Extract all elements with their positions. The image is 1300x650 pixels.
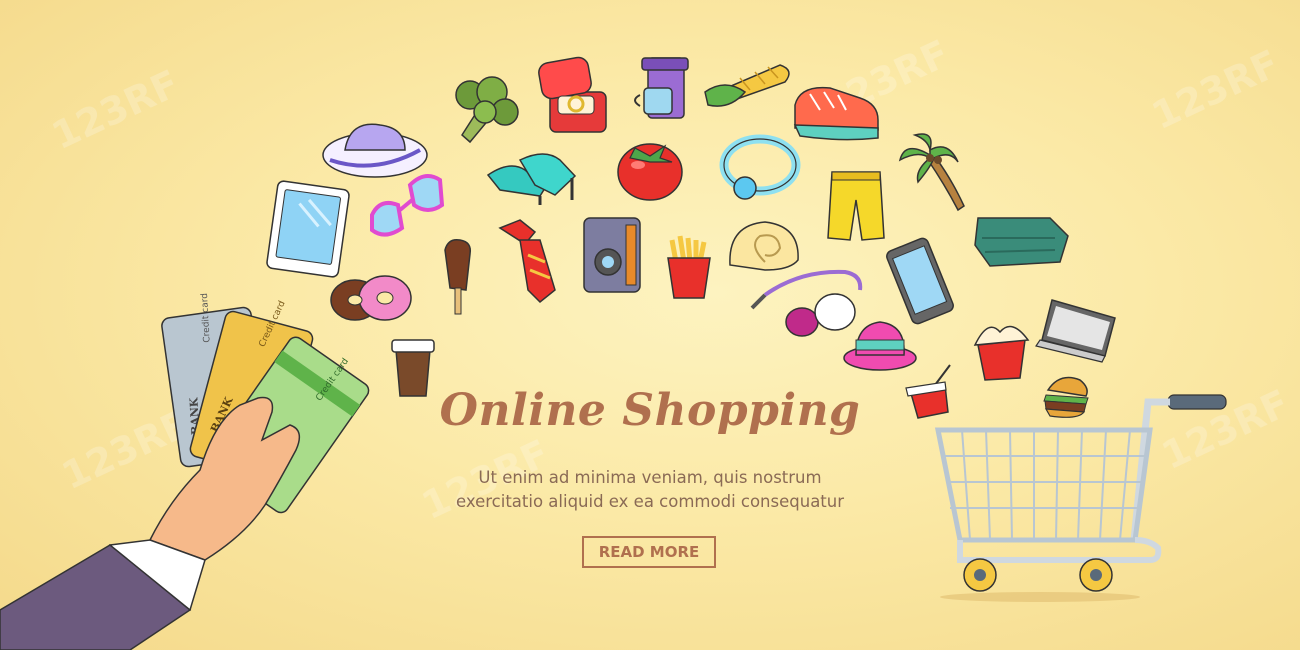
popsicle-icon <box>444 238 472 315</box>
broccoli-icon <box>455 76 519 144</box>
tomato-icon <box>617 143 683 201</box>
banner-description: Ut enim ad minima veniam, quis nostrum e… <box>400 466 900 514</box>
sun-hat-icon <box>322 123 428 178</box>
takeout-box-icon <box>973 325 1030 381</box>
hand-with-cards-icon: Credit card BANK Credit card BANK Credit… <box>0 293 370 650</box>
shorts-icon <box>827 171 885 241</box>
burger-icon <box>1043 376 1089 418</box>
watermark-text-3: 123RF <box>1145 41 1286 138</box>
jacket-icon <box>974 217 1069 267</box>
corn-icon <box>704 64 790 107</box>
french-fries-icon <box>667 235 711 299</box>
laptop-icon <box>1035 299 1116 363</box>
fedora-hat-icon <box>843 321 917 371</box>
read-more-button[interactable]: READ MORE <box>582 536 716 568</box>
coffee-maker-icon <box>634 57 689 119</box>
high-heels-icon <box>486 153 577 205</box>
page-title: Online Shopping <box>439 385 861 436</box>
smartphone-icon <box>886 237 954 325</box>
soda-cup-icon <box>905 364 951 419</box>
donut-icon <box>330 275 412 321</box>
palm-tree-icon <box>898 133 965 212</box>
sunglasses-icon <box>370 174 445 237</box>
description-line-1: Ut enim ad minima veniam, quis nostrum <box>478 468 822 487</box>
card-label-1: Credit card <box>200 293 213 343</box>
necktie-icon <box>498 219 556 304</box>
ring-box-icon <box>538 56 607 133</box>
tablet-icon <box>266 180 350 278</box>
bracelet-icon <box>719 134 801 200</box>
vacuum-cleaner-icon <box>750 269 863 337</box>
camera-icon <box>583 217 641 293</box>
watermark-text-1: 123RF <box>45 61 186 158</box>
description-line-2: exercitatio aliquid ex ea commodi conseq… <box>455 492 845 511</box>
seashell-icon <box>729 221 799 271</box>
